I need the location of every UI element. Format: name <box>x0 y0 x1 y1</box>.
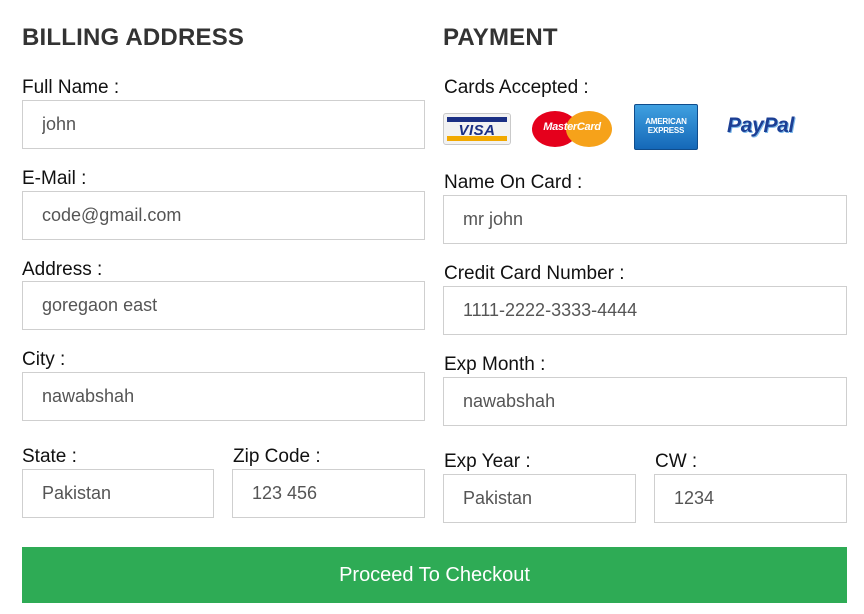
paypal-logo-icon: PayPal <box>727 114 795 137</box>
address-label: Address : <box>22 259 103 280</box>
accepted-cards-logos: VISA MasterCard AMERICAN EXPRESS PayPal <box>443 104 847 152</box>
name-on-card-label: Name On Card : <box>444 172 583 193</box>
visa-logo-icon: VISA <box>443 113 511 145</box>
email-label: E-Mail : <box>22 168 87 189</box>
exp-year-input[interactable] <box>443 474 636 523</box>
zip-code-label: Zip Code : <box>233 446 321 467</box>
zip-code-input[interactable] <box>232 469 425 518</box>
name-on-card-input[interactable] <box>443 195 847 244</box>
cvv-input[interactable] <box>654 474 847 523</box>
state-input[interactable] <box>22 469 214 518</box>
exp-month-label: Exp Month : <box>444 354 546 375</box>
exp-year-label: Exp Year : <box>444 451 531 472</box>
email-input[interactable] <box>22 191 425 240</box>
payment-title: PAYMENT <box>443 24 558 51</box>
proceed-to-checkout-button[interactable]: Proceed To Checkout <box>22 547 847 603</box>
full-name-input[interactable] <box>22 100 425 149</box>
cvv-label: CW : <box>655 451 698 472</box>
cards-accepted-label: Cards Accepted : <box>444 77 589 98</box>
full-name-label: Full Name : <box>22 77 120 98</box>
city-input[interactable] <box>22 372 425 421</box>
city-label: City : <box>22 349 66 370</box>
billing-address-title: BILLING ADDRESS <box>22 24 245 51</box>
state-label: State : <box>22 446 77 467</box>
credit-card-number-input[interactable] <box>443 286 847 335</box>
mastercard-logo-icon: MasterCard <box>532 111 612 147</box>
american-express-logo-icon: AMERICAN EXPRESS <box>634 104 698 150</box>
exp-month-input[interactable] <box>443 377 847 426</box>
address-input[interactable] <box>22 281 425 330</box>
credit-card-number-label: Credit Card Number : <box>444 263 625 284</box>
